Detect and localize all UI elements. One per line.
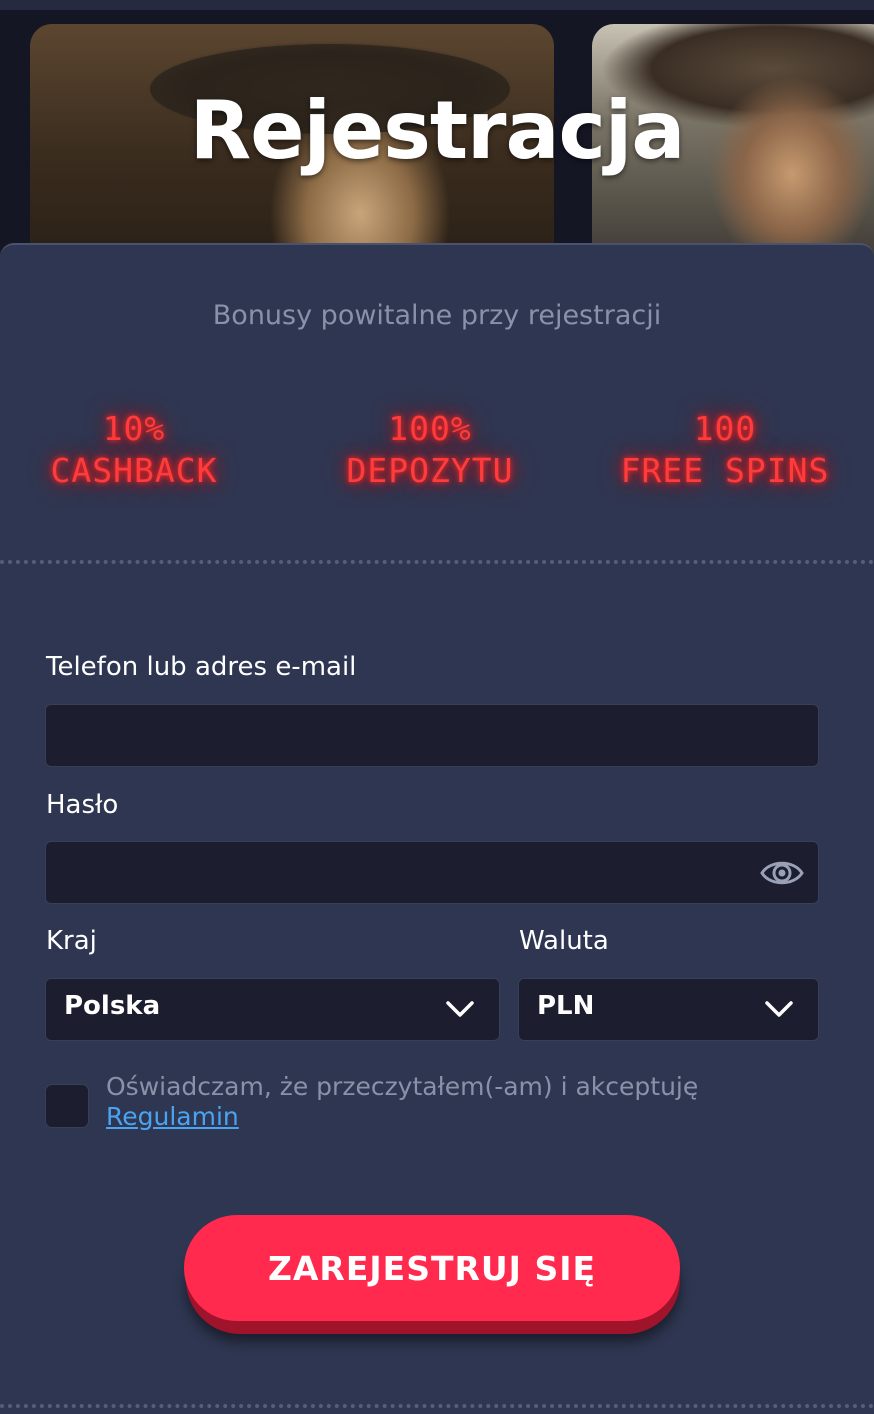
password-field[interactable] [45,841,819,904]
bonus-label: FREE SPINS [620,451,830,490]
section-divider [0,560,874,564]
currency-value: PLN [537,991,595,1021]
registration-page: Rejestracja Bonusy powitalne przy rejest… [0,0,874,1414]
bonus-amount: 100% [388,409,472,448]
terms-checkbox[interactable] [45,1084,89,1128]
chevron-down-icon [446,1001,474,1017]
page-title: Rejestracja [189,84,686,177]
bonus-amount: 100 [693,409,757,448]
bonus-label: CASHBACK [50,451,218,490]
currency-select[interactable]: PLN [518,978,819,1041]
login-input[interactable] [46,705,818,766]
login-label: Telefon lub adres e-mail [46,652,357,682]
chevron-down-icon [765,1001,793,1017]
terms-statement: Oświadczam, że przeczytałem(-am) i akcep… [106,1072,699,1101]
country-value: Polska [64,991,161,1021]
bonus-subtitle: Bonusy powitalne przy rejestracji [212,300,662,331]
bonus-deposit: 100% DEPOZYTU [300,408,560,492]
country-select[interactable]: Polska [45,978,500,1041]
terms-text: Oświadczam, że przeczytałem(-am) i akcep… [106,1072,826,1132]
top-bar [0,0,874,10]
password-input[interactable] [46,842,818,903]
country-label: Kraj [46,926,97,956]
eye-icon[interactable] [760,856,804,890]
register-button[interactable]: ZAREJESTRUJ SIĘ [184,1215,680,1321]
password-label: Hasło [46,790,119,820]
bottom-divider [0,1404,874,1408]
terms-link[interactable]: Regulamin [106,1102,239,1131]
bonus-cashback: 10% CASHBACK [14,408,254,492]
bonus-amount: 10% [102,409,166,448]
login-field[interactable] [45,704,819,767]
bonus-label: DEPOZYTU [346,451,514,490]
currency-label: Waluta [519,926,609,956]
bonus-free-spins: 100 FREE SPINS [600,408,850,492]
